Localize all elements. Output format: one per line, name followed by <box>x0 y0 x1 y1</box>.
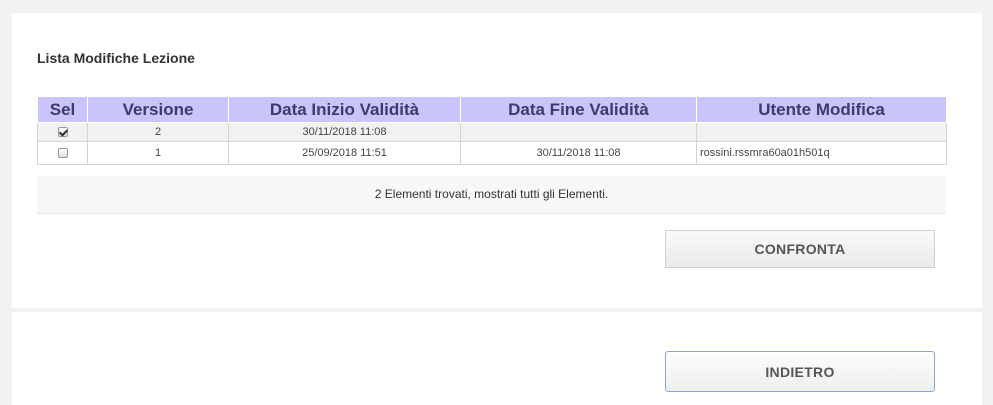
section-title: Lista Modifiche Lezione <box>37 50 195 66</box>
start-date-cell: 30/11/2018 11:08 <box>228 122 461 142</box>
version-cell: 2 <box>87 122 229 142</box>
table-footer-count: 2 Elementi trovati, mostrati tutti gli E… <box>37 176 946 214</box>
compare-button[interactable]: CONFRONTA <box>665 230 935 268</box>
table-header-row: Sel Versione Data Inizio Validità Data F… <box>37 96 947 123</box>
table-row[interactable]: 2 30/11/2018 11:08 <box>37 122 947 142</box>
column-header-version[interactable]: Versione <box>87 96 229 123</box>
version-cell: 1 <box>87 141 229 165</box>
back-button[interactable]: INDIETRO <box>665 351 935 392</box>
user-cell: rossini.rssmra60a01h501q <box>696 141 947 165</box>
table-row[interactable]: 1 25/09/2018 11:51 30/11/2018 11:08 ross… <box>37 141 947 165</box>
row-select-checkbox[interactable] <box>57 127 68 138</box>
end-date-cell <box>460 122 697 142</box>
sel-cell <box>37 122 88 142</box>
user-cell <box>696 122 947 142</box>
column-header-end-date[interactable]: Data Fine Validità <box>460 96 697 123</box>
modifications-table: Sel Versione Data Inizio Validità Data F… <box>37 96 947 165</box>
end-date-cell: 30/11/2018 11:08 <box>460 141 697 165</box>
column-header-start-date[interactable]: Data Inizio Validità <box>228 96 461 123</box>
start-date-cell: 25/09/2018 11:51 <box>228 141 461 165</box>
sel-cell <box>37 141 88 165</box>
column-header-sel[interactable]: Sel <box>37 96 88 123</box>
row-select-checkbox[interactable] <box>57 148 68 159</box>
column-header-user[interactable]: Utente Modifica <box>696 96 947 123</box>
